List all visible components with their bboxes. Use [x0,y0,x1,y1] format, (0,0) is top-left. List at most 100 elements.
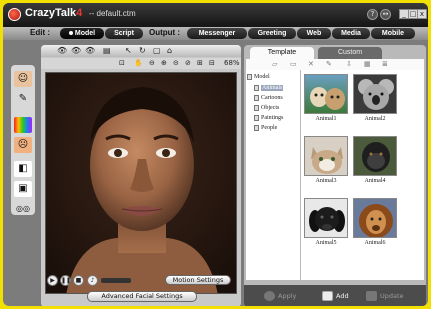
tab-custom[interactable]: Custom [318,47,382,59]
update-button[interactable]: Update [366,291,404,301]
zoom-fit-icon[interactable]: ⊘ [185,58,191,69]
viewer-toolbar: 👁 👁 👁 ▤ ↖ ↻ ▢ ⌂ [41,45,241,57]
view-icon[interactable]: ▦ [364,60,371,69]
title-bar: CrazyTalk4 -- default.ctm ? ↔ _ □ x [3,3,428,27]
tab-web[interactable]: Web [297,28,331,39]
tab-model[interactable]: Model [60,28,104,39]
apply-icon [264,291,275,301]
close-button[interactable]: x [417,9,427,19]
edit-label: Edit : [30,28,50,37]
model-portrait [46,73,236,293]
tree-item-animals[interactable]: Animals [254,83,284,93]
library-toolbar: ▱ ▭ ✕ ✎ ⇩ ▦ ≣ [246,59,424,70]
color-adjust-tool-icon[interactable] [14,117,32,133]
thumbnail-animal6[interactable] [353,198,397,238]
thumbnail-label: Animal4 [364,178,386,184]
tab-template[interactable]: Template [250,47,314,59]
advanced-facial-settings-button[interactable]: Advanced Facial Settings [87,291,197,302]
face-orientation-tool-icon[interactable]: ☹ [14,137,32,153]
apply-button[interactable]: Apply [264,291,296,301]
frame-icon[interactable]: ⊟ [209,58,215,69]
tab-script[interactable]: Script [105,28,143,39]
cursor-icon[interactable]: ↖ [125,46,132,56]
delete-icon[interactable]: ✕ [308,60,314,69]
mask-tool-icon[interactable]: ◧ [14,161,32,177]
preference-button[interactable]: ↔ [380,9,391,20]
viewer-panel: 👁 👁 👁 ▤ ↖ ↻ ▢ ⌂ ⊡ ✋ ⊖ ⊕ ⊝ ⊘ ⊞ ⊟ 68% ▶ ❚❚… [41,45,241,306]
zoom-minus-icon[interactable]: ⊝ [173,58,179,69]
crop-icon[interactable]: ⊡ [119,58,125,69]
image-processing-tool-icon[interactable]: ✎ [14,91,32,107]
eye-open-icon[interactable]: 👁 [71,46,81,56]
stop-icon[interactable]: ■ [73,275,84,286]
stamp-icon[interactable]: ⌂ [167,46,172,56]
tool-rail: ☺ ✎ ☹ ◧ ▣ ◎◎ [11,65,35,215]
import-icon[interactable]: ⇩ [346,60,352,69]
zoom-out-icon[interactable]: ⊖ [149,58,155,69]
thumbnail-animal2[interactable] [353,74,397,114]
thumbnail-label: Animal5 [315,240,337,246]
zoom-in-icon[interactable]: ⊕ [161,58,167,69]
folder-icon [254,124,259,131]
crazytalk-window: CrazyTalk4 -- default.ctm ? ↔ _ □ x Edit… [3,3,428,306]
output-label: Output : [149,28,181,37]
fit-icon[interactable]: ⊞ [197,58,203,69]
folder-icon [254,94,259,101]
mode-bar: Edit : Model Script Output : Messenger G… [3,27,428,40]
thumbnail-animal1[interactable] [304,74,348,114]
thumbnail-animal5[interactable] [304,198,348,238]
thumbnail-label: Animal3 [315,178,337,184]
folder-icon [254,114,259,121]
help-button[interactable]: ? [367,9,378,20]
model-viewport[interactable] [45,72,237,294]
hand-icon[interactable]: ✋ [134,58,143,69]
eye-teeth-tool-icon[interactable]: ◎◎ [14,201,32,217]
folder-icon [254,104,259,111]
eye-icon[interactable]: 👁 [57,46,67,56]
background-tool-icon[interactable]: ▣ [14,181,32,197]
active-bullet-icon [68,31,73,36]
update-icon [366,291,377,301]
volume-slider[interactable] [101,278,131,283]
rename-icon[interactable]: ✎ [326,60,332,69]
folder-up-icon[interactable]: ▱ [272,60,277,69]
library-panel: Template Custom ▱ ▭ ✕ ✎ ⇩ ▦ ≣ Model Anim… [244,45,426,306]
library-footer: Apply Add Update [244,285,426,306]
tree-root[interactable]: Model [247,72,270,82]
thumbnail-animal4[interactable] [353,136,397,176]
list-icon[interactable]: ▤ [103,46,111,56]
tab-mobile[interactable]: Mobile [371,28,415,39]
tab-messenger[interactable]: Messenger [187,28,247,39]
thumbnail-label: Animal2 [364,116,386,122]
tab-greeting[interactable]: Greeting [248,28,296,39]
pause-icon[interactable]: ❚❚ [60,275,71,286]
view-list-icon[interactable]: ≣ [382,60,388,69]
zoom-level: 68% [224,59,240,67]
folder-icon [254,84,259,91]
tree-item-cartoons[interactable]: Cartoons [254,93,283,103]
library-tree: Model Animals Cartoons Objects Paintings… [246,70,300,280]
tree-item-paintings[interactable]: Paintings [254,113,283,123]
box-icon[interactable]: ▢ [153,46,161,56]
thumbnail-label: Animal1 [315,116,337,122]
tree-item-objects[interactable]: Objects [254,103,279,113]
crazytalk-logo-icon [8,8,21,21]
eye-closed-icon[interactable]: 👁 [85,46,95,56]
tab-media[interactable]: Media [332,28,370,39]
play-icon[interactable]: ▶ [47,275,58,286]
folder-icon [247,73,252,80]
thumbnail-animal3[interactable] [304,136,348,176]
document-title: -- default.ctm [89,9,136,18]
thumbnail-label: Animal6 [364,240,386,246]
viewer-nav-toolbar: ⊡ ✋ ⊖ ⊕ ⊝ ⊘ ⊞ ⊟ 68% [41,58,241,69]
app-name: CrazyTalk4 [25,7,83,19]
add-icon [322,291,333,301]
new-folder-icon[interactable]: ▭ [290,60,297,69]
motion-settings-button[interactable]: Motion Settings [165,275,231,285]
add-button[interactable]: Add [322,291,349,301]
thumbnail-grid: Animal1 Animal2 Animal3 Animal4 Animal5 [301,70,424,280]
face-fitting-tool-icon[interactable]: ☺ [14,71,32,87]
rotate-icon[interactable]: ↻ [139,46,146,56]
speaker-icon[interactable]: ♪ [87,275,98,286]
tree-item-people[interactable]: People [254,123,277,133]
